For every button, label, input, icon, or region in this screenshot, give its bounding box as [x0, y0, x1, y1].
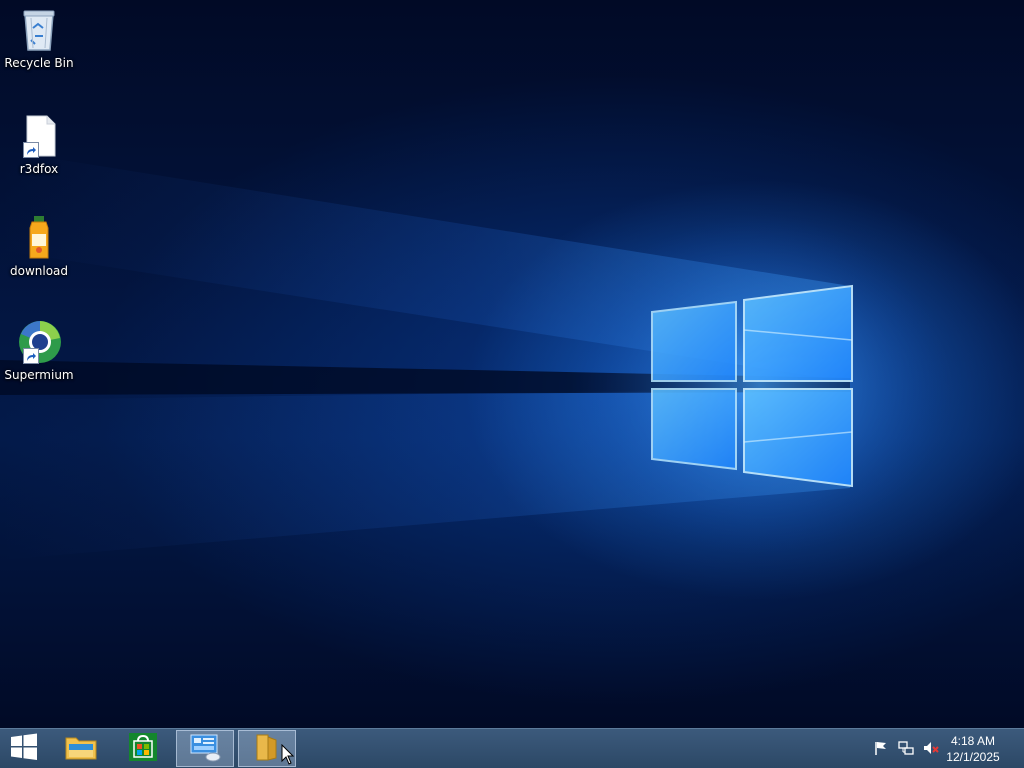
folder-icon — [252, 732, 282, 766]
desktop-icon-label: download — [9, 264, 69, 278]
taskbar-clock[interactable]: 4:18 AM 12/1/2025 — [938, 733, 1008, 765]
supermium-browser-shortcut-icon — [15, 318, 63, 366]
blank-file-shortcut-icon — [15, 112, 63, 160]
desktop-icon-r3dfox[interactable]: r3dfox — [3, 112, 75, 176]
network-icon[interactable] — [897, 739, 915, 757]
wallpaper-windows-logo — [0, 150, 950, 560]
taskbar: 4:18 AM 12/1/2025 — [0, 728, 1024, 768]
juice-bottle-icon — [15, 214, 63, 262]
windows-logo-icon — [10, 733, 38, 765]
desktop-icon-label: r3dfox — [19, 162, 59, 176]
desktop-icon-label: Recycle Bin — [4, 56, 74, 70]
desktop-icon-label: Supermium — [4, 368, 74, 382]
desktop-icon-supermium[interactable]: Supermium — [3, 318, 75, 382]
shortcut-arrow-icon — [23, 348, 39, 364]
shortcut-arrow-icon — [23, 142, 39, 158]
desktop[interactable]: Recycle Bin r3dfox download Supermium — [0, 0, 1024, 728]
store-icon — [128, 732, 158, 766]
desktop-icon-recycle-bin[interactable]: Recycle Bin — [3, 6, 75, 70]
server-manager-icon — [189, 732, 221, 766]
clock-time: 4:18 AM — [950, 734, 996, 748]
taskbar-file-explorer-button[interactable] — [52, 730, 110, 767]
mouse-pointer-icon — [281, 744, 295, 765]
desktop-icon-download[interactable]: download — [3, 214, 75, 278]
recycle-bin-icon — [15, 6, 63, 54]
file-explorer-icon — [64, 732, 98, 766]
taskbar-server-manager-button[interactable] — [176, 730, 234, 767]
taskbar-store-button[interactable] — [114, 730, 172, 767]
start-button[interactable] — [0, 730, 48, 767]
clock-date: 12/1/2025 — [946, 750, 1000, 764]
action-center-flag-icon[interactable] — [872, 739, 890, 757]
